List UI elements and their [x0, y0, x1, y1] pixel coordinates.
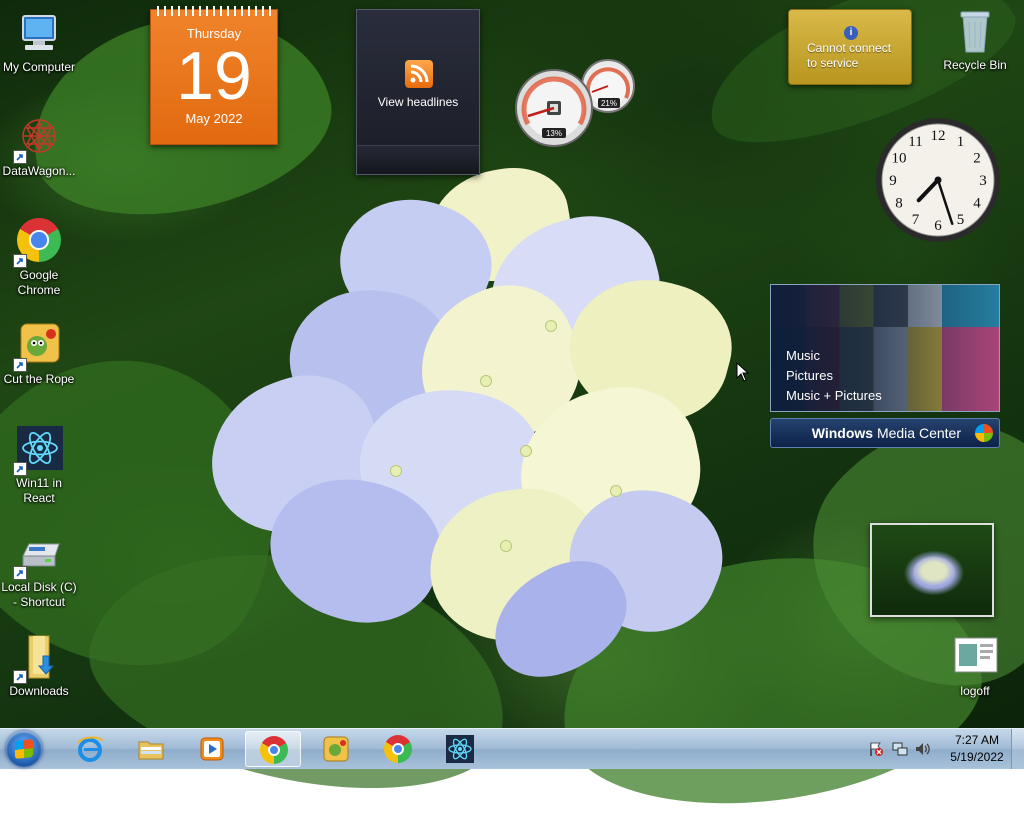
- memory-percent-label: 21%: [601, 99, 617, 108]
- windows-logo-icon: [15, 739, 33, 759]
- taskbar: 7:27 AM 5/19/2022: [0, 728, 1024, 769]
- desktop-icon-cut-the-rope[interactable]: Cut the Rope: [1, 322, 77, 387]
- taskbar-app-internet-explorer[interactable]: [62, 731, 118, 767]
- downloads-folder-icon: [13, 634, 63, 684]
- react-icon: [446, 735, 474, 763]
- folder-icon: [137, 735, 165, 763]
- shortcut-arrow-icon: [13, 150, 27, 164]
- mouse-cursor-icon: [736, 361, 750, 382]
- recycle-bin-icon: [951, 8, 999, 56]
- weather-status-message: Cannot connect to service: [807, 41, 892, 70]
- react-icon: [13, 426, 63, 476]
- chrome-icon: [260, 736, 288, 764]
- taskbar-app-google-chrome-active[interactable]: [245, 731, 301, 767]
- info-icon: i: [844, 26, 858, 40]
- cpu-gauge: 13%: [515, 69, 593, 147]
- desktop-icon-label: DataWagon...: [2, 164, 76, 178]
- desktop-icon-google-chrome[interactable]: Google Chrome: [1, 218, 77, 298]
- datawagon-icon: [13, 114, 63, 164]
- media-center-item-music[interactable]: Music: [786, 346, 882, 366]
- weather-gadget[interactable]: i Cannot connect to service: [788, 9, 912, 85]
- cut-the-rope-icon: [13, 322, 63, 372]
- media-center-menu: Music Pictures Music + Pictures: [786, 346, 882, 406]
- cpu-meter-gadget[interactable]: 21% 13%: [514, 58, 640, 150]
- shortcut-arrow-icon: [13, 358, 27, 372]
- shortcut-arrow-icon: [13, 254, 27, 268]
- clock-numeral: 2: [973, 151, 981, 167]
- media-center-brand-rest: Media Center: [873, 425, 961, 441]
- calendar-month: May 2022: [185, 111, 243, 126]
- clock-numeral: 7: [912, 212, 920, 228]
- taskbar-app-cut-the-rope[interactable]: [308, 731, 364, 767]
- shortcut-arrow-icon: [13, 462, 27, 476]
- taskbar-app-win11-react[interactable]: [432, 731, 488, 767]
- desktop-icon-label: Local Disk (C) - Shortcut: [1, 580, 77, 609]
- chrome-icon: [384, 735, 412, 763]
- media-center-brand-bold: Windows: [811, 425, 874, 441]
- desktop-icon-label: Win11 in React: [16, 476, 62, 505]
- desktop-icon-logoff[interactable]: logoff: [937, 634, 1013, 699]
- clock-gadget[interactable]: 1 2 3 4 5 6 7 8 9 10 11 12: [874, 116, 1002, 244]
- rss-icon: [405, 60, 433, 88]
- media-center-item-music-pictures[interactable]: Music + Pictures: [786, 386, 882, 406]
- slideshow-gadget[interactable]: [870, 523, 994, 617]
- cpu-percent-label: 13%: [546, 129, 562, 138]
- calendar-rings: [157, 6, 271, 16]
- desktop-icon-local-disk[interactable]: Local Disk (C) - Shortcut: [1, 530, 77, 610]
- desktop-icon-label: Google Chrome: [17, 268, 61, 297]
- desktop-icon-label: Recycle Bin: [943, 58, 1007, 72]
- logoff-icon: [951, 634, 999, 682]
- calendar-gadget[interactable]: Thursday 19 May 2022: [150, 6, 278, 145]
- view-headlines-link[interactable]: View headlines: [357, 95, 479, 109]
- network-icon[interactable]: [892, 741, 908, 757]
- taskbar-app-google-chrome[interactable]: [370, 731, 426, 767]
- desktop-icon-label: logoff: [960, 684, 990, 698]
- feed-gadget-footer: [357, 145, 479, 174]
- clock-numeral: 6: [934, 218, 942, 234]
- taskbar-app-file-explorer[interactable]: [123, 731, 179, 767]
- desktop-icon-label: Downloads: [9, 684, 69, 698]
- desktop-icon-win11-react[interactable]: Win11 in React: [1, 426, 77, 506]
- start-button[interactable]: [6, 731, 42, 767]
- cut-the-rope-icon: [322, 735, 350, 763]
- shortcut-arrow-icon: [13, 670, 27, 684]
- windows-logo-icon: [975, 424, 993, 442]
- desktop-icon-label: Cut the Rope: [3, 372, 75, 386]
- volume-icon[interactable]: [914, 741, 930, 757]
- clock-numeral: 4: [973, 196, 981, 212]
- media-center-item-pictures[interactable]: Pictures: [786, 366, 882, 386]
- chrome-icon: [13, 218, 63, 268]
- show-desktop-button[interactable]: [1011, 729, 1024, 769]
- desktop-icon-downloads[interactable]: Downloads: [1, 634, 77, 699]
- clock-numeral: 11: [908, 134, 922, 150]
- desktop-icon-recycle-bin[interactable]: Recycle Bin: [937, 8, 1013, 73]
- clock-numeral: 10: [892, 151, 907, 167]
- clock-numeral: 5: [957, 212, 965, 228]
- system-tray: 7:27 AM 5/19/2022: [862, 729, 1024, 769]
- clock-numeral: 1: [957, 134, 965, 150]
- wallpaper-flower: [189, 158, 770, 699]
- calendar-day: 19: [176, 38, 252, 114]
- taskbar-clock-time[interactable]: 7:27 AM: [942, 733, 1012, 747]
- feed-headlines-gadget[interactable]: View headlines: [356, 9, 480, 175]
- taskbar-clock-date[interactable]: 5/19/2022: [942, 750, 1012, 764]
- desktop-icon-datawagon[interactable]: DataWagon...: [1, 114, 77, 179]
- action-center-flag-icon[interactable]: [868, 741, 884, 757]
- computer-icon: [15, 10, 63, 58]
- internet-explorer-icon: [76, 735, 104, 763]
- desktop-icon-my-computer[interactable]: My Computer: [1, 10, 77, 75]
- clock-numeral: 9: [889, 173, 897, 189]
- taskbar-app-media-player[interactable]: [184, 731, 240, 767]
- media-player-icon: [198, 735, 226, 763]
- clock-numeral: 8: [895, 196, 903, 212]
- shortcut-arrow-icon: [13, 566, 27, 580]
- clock-numeral: 12: [931, 128, 946, 144]
- media-center-gadget[interactable]: Music Pictures Music + Pictures Windows …: [770, 284, 1000, 448]
- hard-drive-icon: [13, 530, 63, 580]
- media-center-launch-bar[interactable]: Windows Media Center: [770, 418, 1000, 448]
- clock-numeral: 3: [979, 173, 987, 189]
- desktop-icon-label: My Computer: [2, 60, 76, 74]
